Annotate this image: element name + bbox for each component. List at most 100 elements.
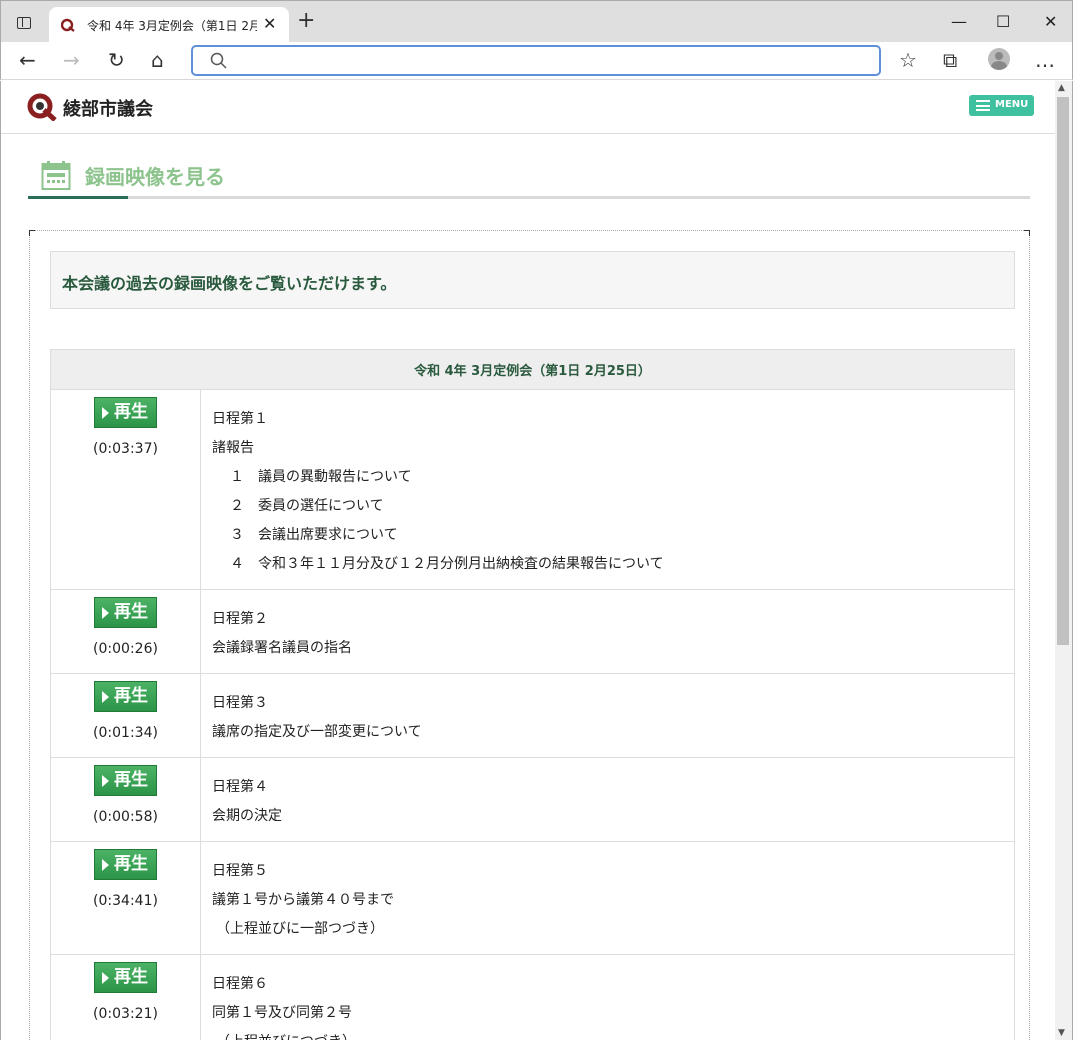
play-button-label: 再生 [114, 602, 148, 622]
scroll-down-icon[interactable]: ▼ [1058, 1028, 1065, 1038]
site-logo-icon[interactable] [27, 93, 57, 121]
corner-mark [29, 230, 35, 236]
play-button[interactable]: 再生 [94, 597, 157, 628]
play-button[interactable]: 再生 [94, 765, 157, 796]
play-button-label: 再生 [114, 967, 148, 987]
browser-toolbar: ← → ↻ ⌂ ☆ ⧉ … [0, 42, 1073, 80]
reload-button[interactable]: ↻ [108, 48, 125, 72]
agenda-line: 日程第５ [212, 863, 268, 879]
play-button-label: 再生 [114, 770, 148, 790]
agenda-line: 議席の指定及び一部変更について [212, 724, 422, 740]
tab-actions-icon[interactable] [9, 13, 39, 35]
agenda-description: 日程第２ 会議録署名議員の指名 [200, 589, 1015, 674]
tab-close-icon[interactable]: ✕ [263, 14, 276, 33]
duration-text: (0:03:37) [93, 441, 158, 457]
play-icon [102, 775, 109, 787]
browser-tab-bar: 令和 4年 3月定例会（第1日 2月25日） ✕ + — ☐ ✕ [0, 0, 1073, 43]
play-icon [102, 859, 109, 871]
duration-text: (0:00:26) [93, 641, 158, 657]
agenda-description: 日程第５ 議第１号から議第４０号まで （上程並びに一部つづき） [200, 841, 1015, 955]
corner-mark [1024, 230, 1030, 236]
agenda-line: 日程第４ [212, 779, 268, 795]
agenda-line: 日程第３ [212, 695, 268, 711]
vertical-scrollbar[interactable]: ▲ ▼ [1055, 81, 1072, 1040]
title-underline-accent [28, 196, 128, 199]
play-button-label: 再生 [114, 686, 148, 706]
profile-avatar[interactable] [988, 48, 1010, 70]
agenda-description: 日程第３ 議席の指定及び一部変更について [200, 673, 1015, 758]
search-icon [210, 52, 227, 69]
play-button[interactable]: 再生 [94, 397, 157, 428]
agenda-line: ２ 委員の選任について [230, 498, 384, 514]
close-window-button[interactable]: ✕ [1044, 12, 1057, 31]
agenda-line: ４ 令和３年１１月分及び１２月分例月出納検査の結果報告について [230, 556, 664, 572]
home-button[interactable]: ⌂ [151, 48, 164, 72]
scroll-thumb[interactable] [1057, 97, 1069, 645]
session-heading: 令和 4年 3月定例会（第1日 2月25日） [50, 349, 1015, 390]
play-cell: 再生 (0:01:34) [50, 673, 201, 758]
play-icon [102, 972, 109, 984]
play-button[interactable]: 再生 [94, 962, 157, 993]
agenda-line: 日程第２ [212, 611, 268, 627]
play-cell: 再生 (0:03:21) [50, 954, 201, 1040]
page-title-bar: 録画映像を見る [28, 156, 1030, 199]
calendar-icon [41, 161, 71, 190]
table-row: 再生 (0:03:37) 日程第１ 諸報告 １ 議員の異動報告について ２ 委員の選任につ… [50, 389, 1015, 590]
notice-box: 本会議の過去の録画映像をご覧いただけます。 [50, 251, 1015, 309]
agenda-line: 同第１号及び同第２号 [212, 1005, 352, 1021]
minimize-button[interactable]: — [951, 12, 967, 31]
table-row: 再生 (0:01:34) 日程第３ 議席の指定及び一部変更について [50, 673, 1015, 758]
agenda-line: １ 議員の異動報告について [230, 469, 412, 485]
forward-button[interactable]: → [63, 48, 80, 72]
hamburger-icon [976, 100, 990, 111]
agenda-line: 日程第６ [212, 976, 268, 992]
play-icon [102, 407, 109, 419]
site-header: 綾部市議会 MENU [1, 81, 1056, 134]
play-button-label: 再生 [114, 402, 148, 422]
agenda-line: 日程第１ [212, 411, 268, 427]
page-viewport: 綾部市議会 MENU 録画映像を見る 本会議の過去の録画映像をご覧いただけます。 [0, 81, 1073, 1040]
collections-icon[interactable]: ⧉ [943, 48, 957, 72]
agenda-line: 会期の決定 [212, 808, 282, 824]
play-icon [102, 607, 109, 619]
agenda-line: 諸報告 [212, 440, 254, 456]
content-box: 本会議の過去の録画映像をご覧いただけます。 令和 4年 3月定例会（第1日 2月… [29, 230, 1030, 1040]
duration-text: (0:01:34) [93, 725, 158, 741]
agenda-line: 会議録署名議員の指名 [212, 640, 352, 656]
favorites-icon[interactable]: ☆ [899, 48, 917, 72]
page-title: 録画映像を見る [85, 165, 225, 189]
menu-button-label: MENU [995, 99, 1029, 110]
more-menu-icon[interactable]: … [1035, 48, 1055, 72]
duration-text: (0:00:58) [93, 809, 158, 825]
agenda-description: 日程第１ 諸報告 １ 議員の異動報告について ２ 委員の選任について ３ 会議出席要求に… [200, 389, 1015, 590]
maximize-button[interactable]: ☐ [996, 12, 1010, 31]
play-icon [102, 691, 109, 703]
schedule-table: 令和 4年 3月定例会（第1日 2月25日） 再生 (0:03:37) 日程第１ 諸報… [50, 349, 1015, 1040]
back-button[interactable]: ← [19, 48, 36, 72]
duration-text: (0:03:21) [93, 1006, 158, 1022]
address-bar[interactable] [191, 45, 881, 76]
new-tab-button[interactable]: + [297, 10, 315, 32]
table-row: 再生 (0:03:21) 日程第６ 同第１号及び同第２号 （上程並びにつづき） [50, 954, 1015, 1040]
menu-button[interactable]: MENU [969, 95, 1034, 116]
table-row: 再生 (0:34:41) 日程第５ 議第１号から議第４０号まで （上程並びに一部つづき） [50, 841, 1015, 955]
site-name[interactable]: 綾部市議会 [63, 95, 153, 121]
play-button[interactable]: 再生 [94, 681, 157, 712]
table-row: 再生 (0:00:26) 日程第２ 会議録署名議員の指名 [50, 589, 1015, 674]
play-button[interactable]: 再生 [94, 849, 157, 880]
site-favicon-icon [61, 18, 75, 32]
play-cell: 再生 (0:00:26) [50, 589, 201, 674]
browser-tab[interactable]: 令和 4年 3月定例会（第1日 2月25日） ✕ [49, 7, 289, 43]
agenda-line: 議第１号から議第４０号まで [212, 892, 394, 908]
schedule-body: 再生 (0:03:37) 日程第１ 諸報告 １ 議員の異動報告について ２ 委員の選任につ… [50, 389, 1015, 1040]
table-row: 再生 (0:00:58) 日程第４ 会期の決定 [50, 757, 1015, 842]
play-cell: 再生 (0:00:58) [50, 757, 201, 842]
notice-text: 本会議の過去の録画映像をご覧いただけます。 [62, 274, 397, 293]
play-cell: 再生 (0:03:37) [50, 389, 201, 590]
agenda-description: 日程第４ 会期の決定 [200, 757, 1015, 842]
agenda-line: （上程並びに一部つづき） [216, 921, 384, 937]
agenda-description: 日程第６ 同第１号及び同第２号 （上程並びにつづき） [200, 954, 1015, 1040]
scroll-up-icon[interactable]: ▲ [1058, 83, 1065, 93]
tab-title: 令和 4年 3月定例会（第1日 2月25日） [87, 19, 257, 33]
agenda-line: ３ 会議出席要求について [230, 527, 398, 543]
